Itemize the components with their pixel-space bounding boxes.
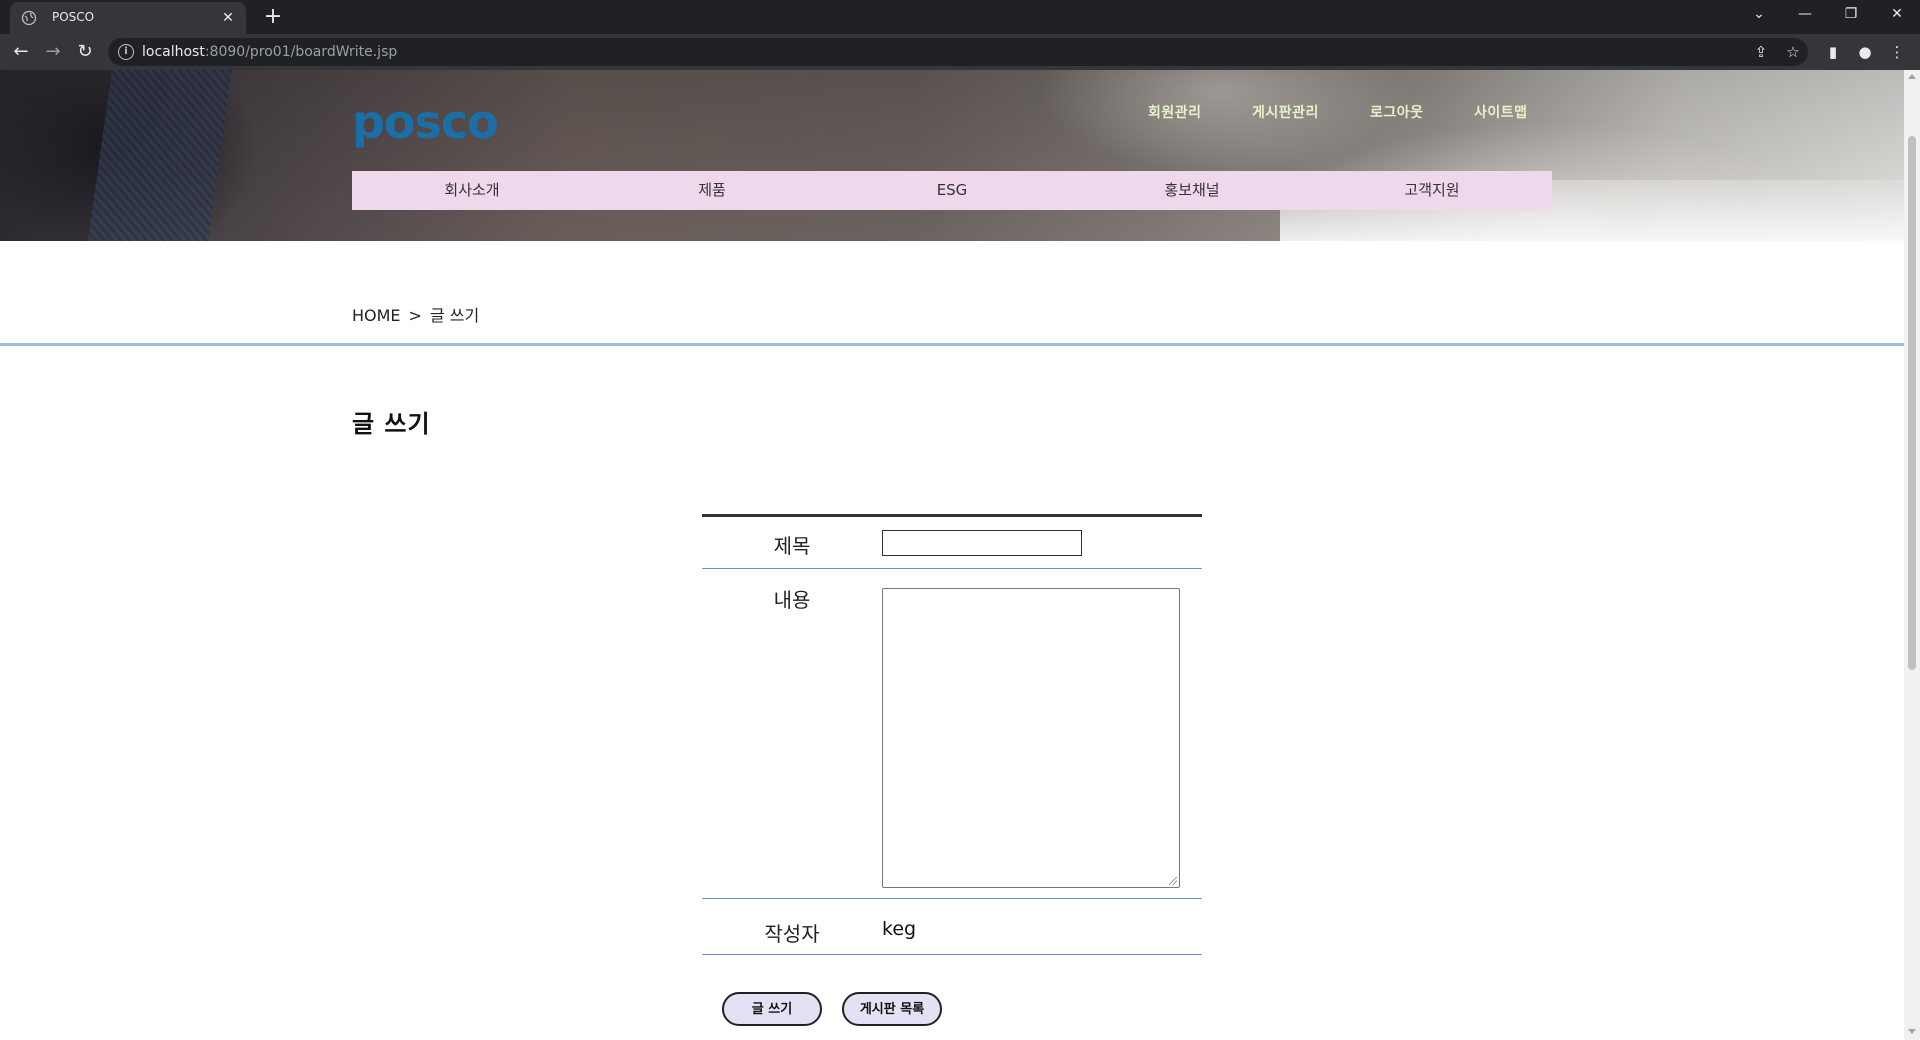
back-icon[interactable]: ← <box>9 40 33 64</box>
page-viewport: posco 회원관리 게시판관리 로그아웃 사이트맵 회사소개 제품 ESG 홍… <box>0 70 1904 1040</box>
row-divider <box>702 568 1202 569</box>
content-textarea[interactable] <box>882 588 1180 888</box>
page-title: 글 쓰기 <box>352 410 431 438</box>
address-bar[interactable]: i localhost:8090/pro01/boardWrite.jsp <box>108 38 1808 66</box>
tab-title: POSCO <box>52 10 95 24</box>
new-tab-icon[interactable]: + <box>260 5 286 31</box>
nav-item-products[interactable]: 제품 <box>592 171 832 210</box>
tab-search-icon[interactable]: ⌄ <box>1736 0 1782 30</box>
content-label: 내용 <box>773 588 811 612</box>
share-icon[interactable]: ⇪ <box>1752 43 1770 61</box>
nav-item-company[interactable]: 회사소개 <box>352 171 592 210</box>
board-list-button[interactable]: 게시판 목록 <box>842 992 942 1026</box>
nav-item-support[interactable]: 고객지원 <box>1312 171 1552 210</box>
scrollbar-thumb[interactable] <box>1908 136 1916 670</box>
globe-icon <box>21 10 37 26</box>
menu-dots-icon[interactable]: ⋮ <box>1888 43 1906 61</box>
window-close-icon[interactable]: ✕ <box>1874 0 1920 30</box>
author-value: keg <box>882 918 917 940</box>
scroll-up-icon[interactable] <box>1908 74 1916 79</box>
form-top-border <box>702 514 1202 517</box>
browser-toolbar: ← → ↻ i localhost:8090/pro01/boardWrite.… <box>0 34 1920 70</box>
posco-logo[interactable]: posco <box>352 100 512 150</box>
minimize-icon[interactable]: — <box>1782 0 1828 30</box>
forward-icon[interactable]: → <box>41 40 65 64</box>
top-menu-logout[interactable]: 로그아웃 <box>1370 102 1424 122</box>
top-menu-sitemap[interactable]: 사이트맵 <box>1474 102 1528 122</box>
scroll-down-icon[interactable] <box>1908 1029 1916 1034</box>
browser-tabbar: POSCO ✕ + ⌄ — ❐ ✕ <box>0 0 1920 34</box>
top-menu-member[interactable]: 회원관리 <box>1148 102 1202 122</box>
site-info-icon[interactable]: i <box>118 44 134 60</box>
main-navigation: 회사소개 제품 ESG 홍보채널 고객지원 <box>352 171 1552 210</box>
profile-icon[interactable]: ● <box>1856 43 1874 61</box>
reload-icon[interactable]: ↻ <box>73 40 97 64</box>
top-menu-board[interactable]: 게시판관리 <box>1252 102 1319 122</box>
breadcrumb-home[interactable]: HOME <box>352 306 401 325</box>
breadcrumb-separator: > <box>408 306 422 325</box>
breadcrumb: HOME > 글 쓰기 <box>352 302 479 326</box>
row-divider <box>702 954 1202 955</box>
banner-shade <box>0 70 1904 241</box>
author-label: 작성자 <box>764 922 820 946</box>
restore-icon[interactable]: ❐ <box>1828 0 1874 30</box>
submit-write-button[interactable]: 글 쓰기 <box>722 992 822 1026</box>
section-divider <box>0 343 1904 346</box>
nav-item-esg[interactable]: ESG <box>832 171 1072 210</box>
browser-tab[interactable]: POSCO ✕ <box>10 2 246 34</box>
title-input[interactable] <box>882 530 1082 556</box>
address-url[interactable]: localhost:8090/pro01/boardWrite.jsp <box>142 44 397 60</box>
side-panel-icon[interactable]: ▮ <box>1824 43 1842 61</box>
header-banner: posco 회원관리 게시판관리 로그아웃 사이트맵 회사소개 제품 ESG 홍… <box>0 70 1904 241</box>
page-scrollbar[interactable] <box>1904 70 1920 1040</box>
url-host: localhost <box>142 44 205 60</box>
svg-text:posco: posco <box>352 100 498 149</box>
breadcrumb-current: 글 쓰기 <box>429 306 480 325</box>
url-path: :8090/pro01/boardWrite.jsp <box>204 44 398 60</box>
title-label: 제목 <box>773 534 811 558</box>
nav-item-pr-channel[interactable]: 홍보채널 <box>1072 171 1312 210</box>
row-divider <box>702 898 1202 899</box>
tab-close-icon[interactable]: ✕ <box>218 8 238 28</box>
bookmark-star-icon[interactable]: ☆ <box>1784 43 1802 61</box>
resize-grip-icon[interactable] <box>1169 877 1177 885</box>
